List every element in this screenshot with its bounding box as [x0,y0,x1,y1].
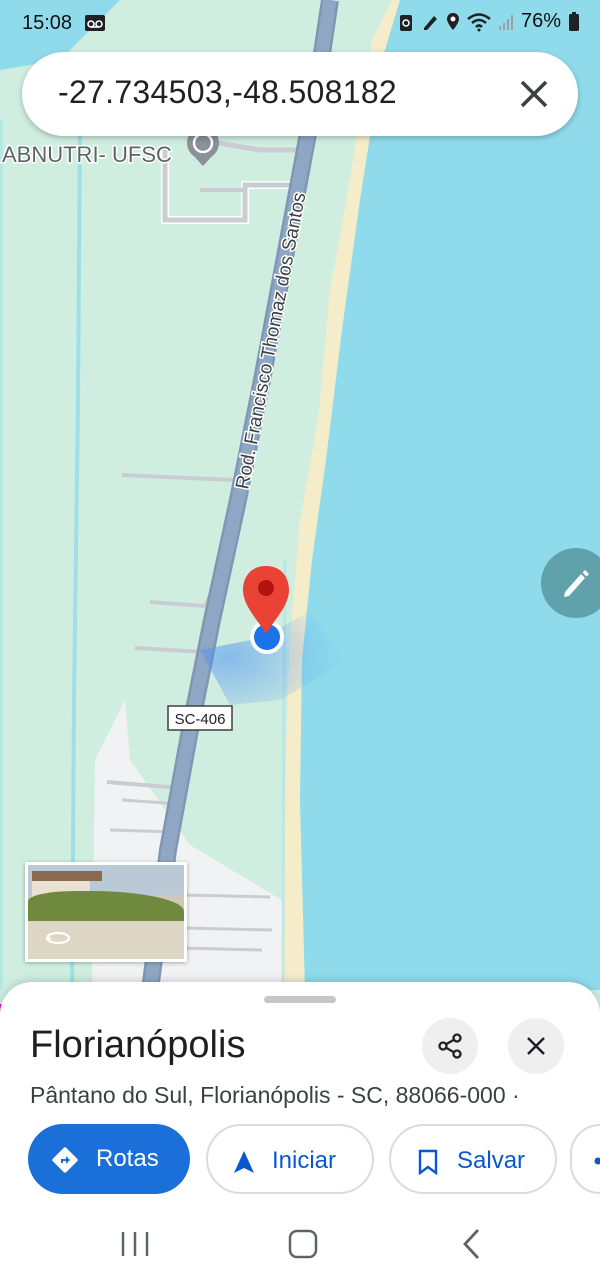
location-icon [446,13,459,30]
bookmark-icon [418,1149,438,1175]
recycle-icon [399,14,412,31]
start-button[interactable]: Iniciar [206,1124,374,1194]
poi-label: ABNUTRI- UFSC [2,142,172,167]
pen-icon [423,15,437,30]
close-icon[interactable] [516,76,552,112]
status-time: 15:08 [22,12,73,34]
action-chips: Rotas Iniciar Salvar [28,1124,600,1196]
status-icons: 76% [398,10,580,33]
directions-icon [52,1147,78,1173]
share-icon [438,1033,462,1059]
start-label: Iniciar [272,1147,337,1174]
battery-percent: 76% [520,10,561,32]
status-bar: 15:08 76% [0,0,600,46]
road-shield-sc-406: SC-406 [167,705,233,731]
thumb-vegetation [28,891,184,925]
close-sheet-button[interactable] [508,1018,564,1074]
system-navigation-bar [121,1229,480,1259]
share-button[interactable] [422,1018,478,1074]
stream [281,559,287,991]
home-icon[interactable] [288,1229,318,1259]
directions-label: Rotas [96,1145,159,1172]
voicemail-icon [85,15,105,31]
directions-button[interactable]: Rotas [28,1124,190,1194]
wifi-icon [467,12,491,31]
navigation-arrow-icon [234,1151,254,1173]
minor-road [179,946,263,952]
battery-icon [569,11,579,31]
place-address: Pântano do Sul, Florianópolis - SC, 8806… [30,1082,520,1108]
save-button[interactable]: Salvar [389,1124,557,1194]
back-icon[interactable] [463,1229,480,1259]
road-shield-label: SC-406 [175,711,226,728]
save-label: Salvar [457,1147,526,1174]
more-icon [594,1157,600,1165]
place-title: Florianópolis [30,1024,246,1066]
rotate-360-icon [45,931,71,945]
search-query[interactable]: -27.734503,-48.508182 [58,74,397,111]
pencil-icon [564,570,589,597]
close-icon [527,1037,545,1055]
street-view-thumbnail[interactable] [25,862,187,962]
search-bar[interactable]: -27.734503,-48.508182 [22,52,578,136]
minor-road [181,926,273,932]
recents-icon[interactable] [121,1232,149,1256]
minor-road [184,893,271,899]
drag-handle[interactable] [264,996,336,1003]
signal-icon [498,14,513,30]
more-actions-button[interactable] [570,1124,600,1194]
